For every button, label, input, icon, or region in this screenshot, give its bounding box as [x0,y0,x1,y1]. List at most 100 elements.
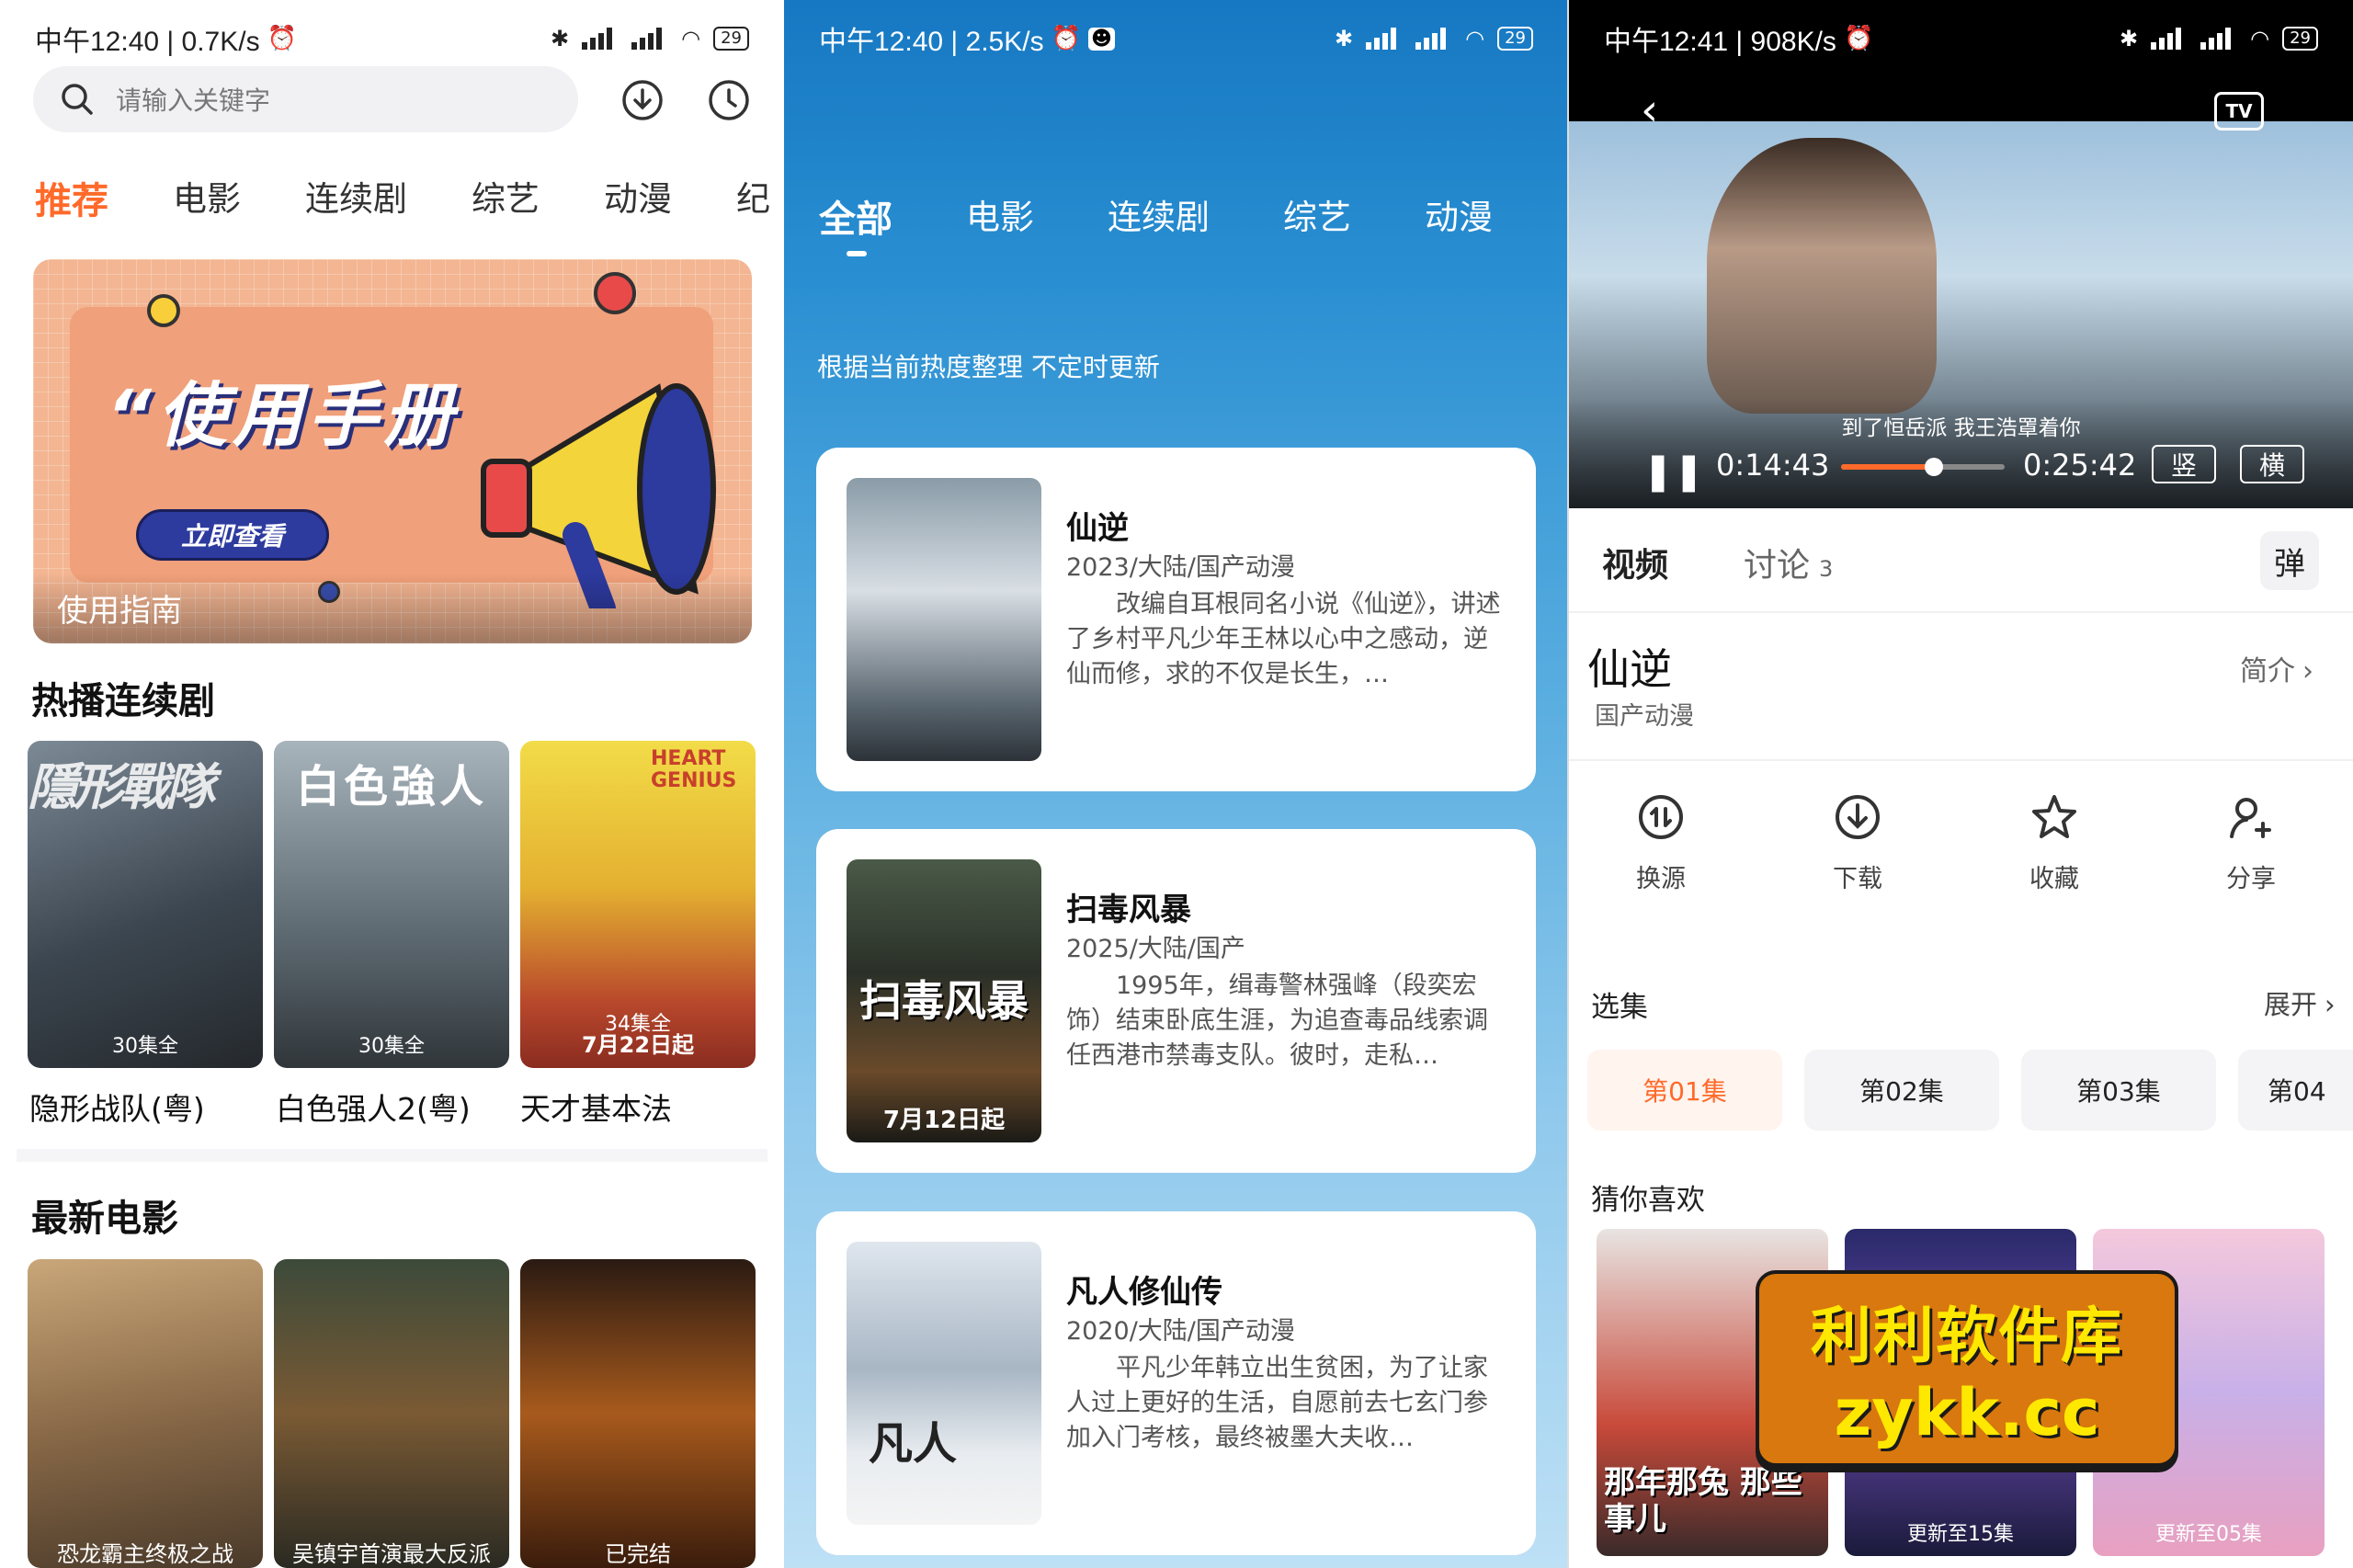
item-meta: 2020/大陆/国产动漫 [1066,1317,1295,1346]
list-item[interactable]: 凡人 凡人修仙传 2020/大陆/国产动漫 平凡少年韩立出生贫困，为了让家人过上… [816,1211,1536,1555]
tab-anime[interactable]: 动漫 [1425,189,1493,243]
download-button[interactable]: 下载 [1793,792,1922,894]
tab-all[interactable]: 全部 [819,189,892,243]
alarm-icon: ⏰ [267,25,297,52]
qq-icon: ☻ [1087,27,1115,51]
date-badge: 7月12日起 [882,1107,1006,1134]
list-item[interactable]: 仙逆 2023/大陆/国产动漫 改编自耳根同名小说《仙逆》，讲述了乡村平凡少年王… [816,448,1536,791]
discussion-count: 3 [1819,556,1834,582]
expand-label: 展开 [2264,989,2318,1020]
download-button[interactable] [621,79,664,125]
intro-label: 简介 [2240,655,2295,687]
tab-anime[interactable]: 动漫 [604,171,672,224]
tab-indicator [847,251,867,256]
banner-caption: 使用指南 [57,593,182,630]
tv-icon: TV [2225,100,2253,122]
episode-button[interactable]: 第02集 [1804,1050,1999,1131]
signal-icon [631,28,668,50]
chevron-right-icon: › [2325,989,2336,1020]
item-desc: 1995年，缉毒警林强峰（段奕宏饰）结束卧底生涯，为追查毒品线索调任西港市禁毒支… [1066,971,1488,1070]
signal-icon [2200,28,2237,50]
poster-hot-2[interactable]: 白色強人 30集全 [274,741,509,1068]
episode-button[interactable]: 第04 [2238,1050,2353,1131]
tab-variety[interactable]: 综艺 [472,171,540,224]
recommend-caption: 更新至05集 [2155,1523,2262,1546]
poster-movie-2[interactable]: 吴镇宇首演最大反派 [274,1259,509,1568]
battery-icon: 29 [1497,27,1533,51]
download-icon [1836,795,1880,839]
ranking-panel: 中午12:40 | 2.5K/s ⏰ ☻ ✱ ◠ 29 全部 电影 连续剧 综艺… [784,0,1568,1568]
search-placeholder: 请输入关键字 [116,85,271,116]
tab-discussion-label: 讨论 [1744,547,1811,585]
poster-hot-3[interactable]: HEART GENIUS 34集全 7月22日起 [520,741,756,1068]
status-time: 中午12:40 | 0.7K/s [35,27,260,57]
alarm-icon: ⏰ [1843,25,1874,52]
ranking-note: 根据当前热度整理 不定时更新 [817,352,1160,382]
poster-caption: 吴镇宇首演最大反派 [292,1541,491,1567]
wifi-icon: ◠ [1465,26,1485,51]
tab-video[interactable]: 视频 [1602,539,1668,586]
poster-movie-1[interactable]: 恐龙霸主终极之战 [28,1259,263,1568]
bluetooth-icon: ✱ [1335,26,1354,51]
tab-series[interactable]: 连续剧 [305,171,407,224]
status-bar: 中午12:41 | 908K/s ⏰ ✱ ◠ 29 [1569,0,2353,77]
share-button[interactable]: 分享 [2187,792,2315,894]
history-button[interactable] [708,79,750,125]
date-badge: 7月22日起 [581,1032,695,1058]
action-label: 换源 [1636,865,1686,893]
watermark: 利利软件库 zykk.cc [1756,1270,2178,1467]
progress-bar[interactable] [1841,458,2005,476]
signal-icon [2151,28,2188,50]
tab-movie[interactable]: 电影 [966,189,1034,243]
poster-thumbnail: 扫毒风暴 7月12日起 [847,859,1041,1142]
portrait-button[interactable]: 竖 [2152,445,2216,483]
guide-banner[interactable]: “使用手册 立即查看 使用指南 [33,259,752,643]
danmaku-button[interactable]: 弹 [2260,531,2319,590]
episode-button[interactable]: 第03集 [2021,1050,2216,1131]
tab-more[interactable]: 纪 [736,171,770,224]
category-tabs: 全部 电影 连续剧 综艺 动漫 纪 [819,189,1568,243]
episode-button[interactable]: 第01集 [1587,1050,1782,1131]
subtitle: 到了恒岳派 我王浩罩着你 [1841,416,2081,440]
tab-series[interactable]: 连续剧 [1108,189,1210,243]
favorite-button[interactable]: 收藏 [1990,792,2119,894]
intro-button[interactable]: 简介 › [2240,648,2313,688]
view-now-button[interactable]: 立即查看 [136,509,329,561]
item-title: 扫毒风暴 [1066,892,1191,928]
download-icon [622,80,663,120]
pause-button[interactable]: ❚❚ [1643,450,1704,493]
episodes-title: 选集 [1591,991,1648,1024]
action-label: 分享 [2226,865,2276,893]
watermark-line2: zykk.cc [1834,1375,2100,1450]
clock-icon [709,80,749,120]
landscape-button[interactable]: 横 [2240,445,2304,483]
tab-discussion[interactable]: 讨论 3 [1744,539,1833,586]
tab-recommend[interactable]: 推荐 [35,171,108,224]
pause-icon: ❚❚ [1643,450,1705,493]
danmaku-icon: 弹 [2274,545,2305,583]
cast-button[interactable]: TV [2214,92,2264,131]
poster-movie-3[interactable]: 已完结 [520,1259,756,1568]
recommend-caption: 那年那兔 那些事儿 [1604,1464,1802,1538]
chevron-left-icon: ‹ [1641,85,1659,136]
item-meta: 2025/大陆/国产 [1066,935,1245,963]
search-input[interactable]: 请输入关键字 [33,66,578,132]
episode-badge: 30集全 [112,1035,178,1058]
episode-badge: 30集全 [358,1035,425,1058]
tab-movie[interactable]: 电影 [173,171,241,224]
status-time: 中午12:40 | 2.5K/s [819,27,1044,57]
poster-hot-1[interactable]: 隱形戰隊 30集全 [28,741,263,1068]
back-button[interactable]: ‹ [1641,85,1658,136]
section-title-new-movies: 最新电影 [31,1198,178,1240]
search-icon [62,84,93,115]
tab-variety[interactable]: 综艺 [1283,189,1351,243]
alarm-icon: ⏰ [1051,25,1081,52]
chevron-right-icon: › [2302,655,2313,687]
home-panel: 中午12:40 | 0.7K/s ⏰ ✱ ◠ 29 请输入关键字 推荐 电影 连… [0,0,784,1568]
switch-source-button[interactable]: 换源 [1597,792,1725,894]
switch-source-icon [1639,795,1683,839]
expand-button[interactable]: 展开 › [2264,983,2336,1022]
signal-icon [1415,28,1452,50]
list-item[interactable]: 扫毒风暴 7月12日起 扫毒风暴 2025/大陆/国产 1995年，缉毒警林强峰… [816,829,1536,1173]
section-title-hot-series: 热播连续剧 [31,680,215,722]
